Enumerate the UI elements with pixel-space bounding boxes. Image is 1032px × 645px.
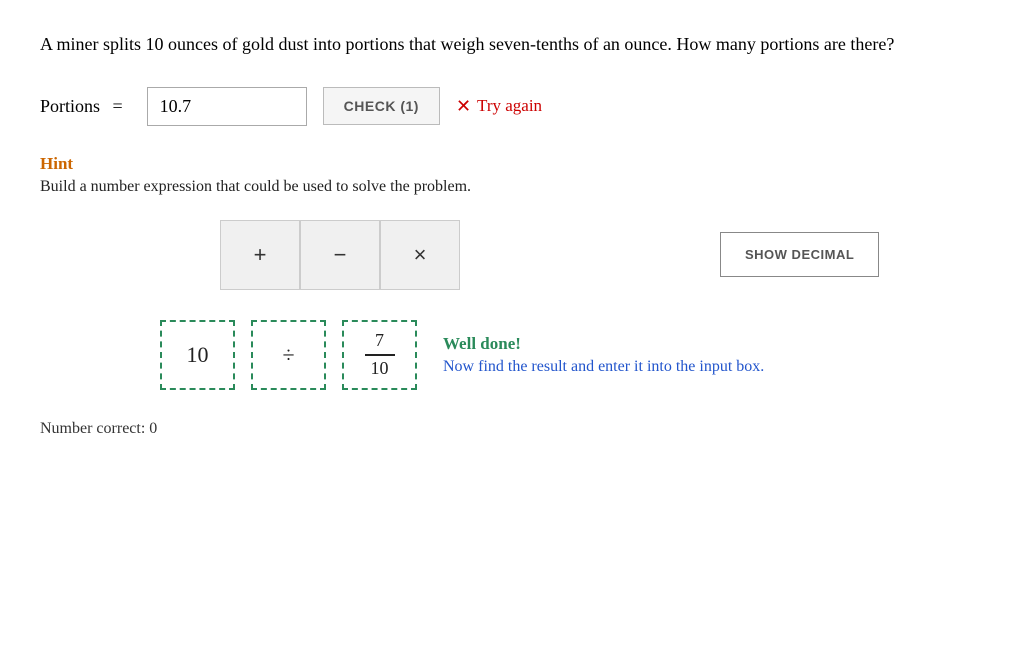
fraction-denominator: 10 (371, 358, 389, 380)
well-done-body: Now find the result and enter it into th… (443, 358, 764, 376)
try-again-button[interactable]: ✕ Try again (456, 96, 542, 117)
expression-value-1: 10 (187, 342, 209, 368)
portions-label: Portions = (40, 96, 131, 117)
expression-area: 10 ÷ 7 10 Well done! Now find the result… (160, 320, 992, 390)
plus-button[interactable]: + (220, 220, 300, 290)
question-text: A miner splits 10 ounces of gold dust in… (40, 30, 992, 59)
hint-body: Build a number expression that could be … (40, 178, 992, 196)
times-button[interactable]: × (380, 220, 460, 290)
operations-row: + − × SHOW DECIMAL (40, 220, 992, 290)
expression-box-2[interactable]: ÷ (251, 320, 326, 390)
expression-value-2: ÷ (282, 342, 294, 368)
x-icon: ✕ (456, 96, 471, 117)
well-done-message: Well done! Now find the result and enter… (443, 334, 764, 376)
expression-box-3[interactable]: 7 10 (342, 320, 417, 390)
fraction-line (365, 354, 395, 356)
hint-section: Hint Build a number expression that coul… (40, 154, 992, 196)
well-done-title: Well done! (443, 334, 764, 354)
try-again-label: Try again (477, 96, 542, 116)
fraction-numerator: 7 (375, 330, 384, 352)
minus-button[interactable]: − (300, 220, 380, 290)
answer-input[interactable] (147, 87, 307, 126)
ops-group: + − × (220, 220, 460, 290)
answer-row: Portions = CHECK (1) ✕ Try again (40, 87, 992, 126)
show-decimal-button[interactable]: SHOW DECIMAL (720, 232, 879, 277)
number-correct: Number correct: 0 (40, 420, 992, 438)
expression-box-1[interactable]: 10 (160, 320, 235, 390)
hint-title: Hint (40, 154, 992, 174)
check-button[interactable]: CHECK (1) (323, 87, 440, 125)
